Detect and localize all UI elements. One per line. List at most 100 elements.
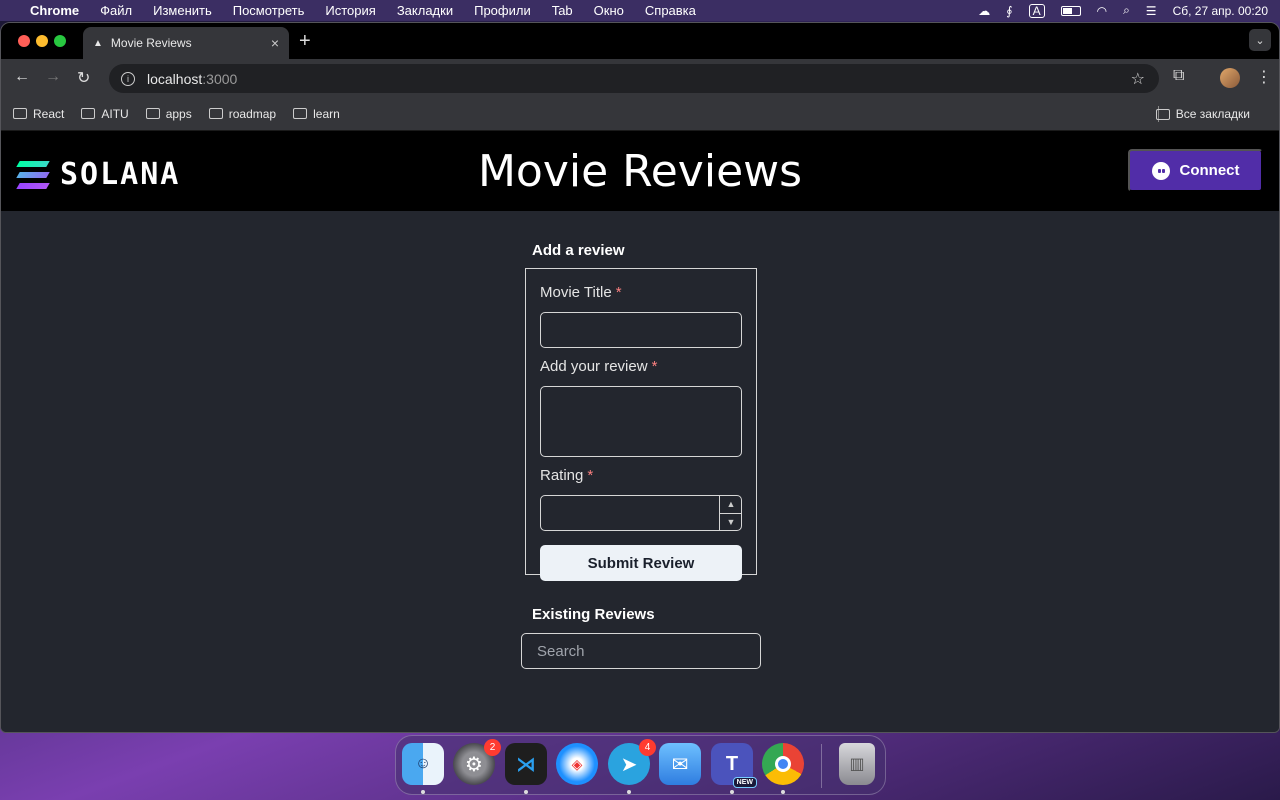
running-indicator [781, 790, 785, 794]
menu-tab[interactable]: Tab [552, 3, 573, 18]
back-icon[interactable]: ← [14, 68, 30, 86]
menu-window[interactable]: Окно [594, 3, 624, 18]
menu-edit[interactable]: Изменить [153, 3, 212, 18]
required-mark: * [651, 358, 658, 375]
folder-icon [208, 108, 223, 119]
bookmark-label: AITU [101, 106, 129, 121]
menu-profiles[interactable]: Профили [474, 3, 531, 18]
existing-reviews-heading: Existing Reviews [532, 606, 655, 623]
bookmark-apps[interactable]: apps [145, 106, 192, 121]
browser-window: ▲ Movie Reviews × + ⌄ ← → ↻ i localhost:… [0, 22, 1280, 733]
bookmark-label: apps [165, 106, 192, 121]
increment-arrow-icon[interactable]: ▲ [720, 495, 742, 513]
required-mark: * [615, 284, 622, 301]
tab-search-chevron-icon[interactable]: ⌄ [1249, 29, 1271, 51]
teams-icon[interactable]: T NEW [711, 743, 757, 788]
script-icon[interactable]: ∮ [1006, 4, 1012, 18]
bookmark-label: React [33, 106, 65, 121]
wallet-icon [1151, 161, 1170, 180]
site-info-icon[interactable]: i [121, 71, 135, 86]
control-center-icon[interactable]: ☰ [1146, 4, 1157, 18]
new-badge: NEW [732, 777, 757, 788]
bookmark-roadmap[interactable]: roadmap [208, 106, 277, 121]
settings-icon[interactable]: ⚙ 2 [453, 739, 501, 785]
menu-chrome[interactable]: Chrome [30, 3, 79, 18]
running-indicator [627, 790, 631, 794]
bookmark-label: roadmap [228, 106, 277, 121]
chrome-icon[interactable] [762, 743, 804, 785]
address-bar[interactable]: i localhost:3000 ☆ [109, 64, 1159, 93]
keyboard-layout-icon[interactable]: A [1028, 3, 1045, 18]
spotlight-search-icon[interactable]: ⌕ [1123, 3, 1130, 18]
rating-input[interactable] [540, 495, 742, 531]
dock: ☺ ⚙ 2 ⋊ ◈ ➤ 4 ✉ T NEW ▥ [395, 735, 886, 795]
trash-icon[interactable]: ▥ [839, 743, 875, 785]
review-label: Add your review * [540, 358, 658, 375]
menu-bar: Chrome Файл Изменить Посмотреть История … [0, 0, 1280, 21]
menu-help[interactable]: Справка [645, 3, 696, 18]
decrement-arrow-icon[interactable]: ▼ [720, 512, 742, 532]
menubar-datetime[interactable]: Сб, 27 апр. 00:20 [1173, 4, 1268, 18]
profile-avatar[interactable] [1220, 68, 1240, 88]
tab-strip: ▲ Movie Reviews × + ⌄ [1, 23, 1279, 59]
review-textarea[interactable] [540, 386, 742, 457]
reload-icon[interactable]: ↻ [77, 68, 90, 88]
submit-review-button[interactable]: Submit Review [540, 545, 742, 581]
vscode-icon[interactable]: ⋊ [505, 743, 547, 785]
wifi-icon[interactable]: ◠ [1097, 4, 1107, 18]
web-page: SOLANA Movie Reviews Connect Add a revie… [1, 131, 1279, 732]
connect-wallet-button[interactable]: Connect [1128, 149, 1263, 192]
running-indicator [421, 790, 425, 794]
all-bookmarks-label: Все закладки [1175, 107, 1250, 121]
window-controls [18, 35, 66, 47]
rating-field: ▲ ▼ [540, 495, 742, 531]
folder-icon [81, 108, 96, 119]
folder-icon [13, 108, 27, 119]
chrome-menu-icon[interactable]: ⋮ [1256, 67, 1272, 87]
mail-icon[interactable]: ✉ [659, 743, 701, 785]
battery-icon[interactable] [1060, 5, 1081, 16]
connect-label: Connect [1179, 162, 1240, 179]
folder-icon [293, 108, 308, 119]
bookmark-aitu[interactable]: AITU [81, 106, 129, 121]
add-review-form: Movie Title * Add your review * Rating * ▲ … [525, 268, 757, 581]
dock-divider [821, 744, 822, 788]
extensions-icon[interactable]: ⧉ [1173, 67, 1184, 85]
bookmark-label: learn [313, 106, 340, 121]
menu-bookmarks[interactable]: Закладки [397, 3, 453, 18]
movie-title-label: Movie Title * [540, 284, 622, 301]
menu-view[interactable]: Посмотреть [233, 3, 305, 18]
add-review-heading: Add a review [532, 242, 625, 259]
notification-badge: 2 [484, 739, 501, 756]
tab-title: Movie Reviews [110, 36, 192, 50]
cloud-sync-icon[interactable]: ☁ [978, 4, 990, 18]
close-window-button[interactable] [18, 35, 30, 47]
menu-file[interactable]: Файл [100, 3, 132, 18]
search-input[interactable] [521, 633, 761, 669]
bookmark-learn[interactable]: learn [293, 107, 340, 121]
menu-history[interactable]: История [325, 3, 375, 18]
finder-icon[interactable]: ☺ [402, 743, 444, 785]
folder-icon [145, 108, 160, 119]
folder-icon [1155, 108, 1170, 120]
running-indicator [524, 790, 528, 794]
telegram-icon[interactable]: ➤ 4 [608, 739, 656, 785]
safari-icon[interactable]: ◈ [556, 743, 598, 785]
bookmark-star-icon[interactable]: ☆ [1131, 69, 1145, 89]
rating-stepper: ▲ ▼ [719, 495, 742, 531]
all-bookmarks[interactable]: Все закладки [1155, 97, 1250, 131]
bookmark-react[interactable]: React [13, 107, 64, 121]
close-tab-icon[interactable]: × [271, 35, 279, 51]
url-host: localhost [147, 70, 203, 87]
minimize-window-button[interactable] [36, 35, 48, 47]
bookmarks-bar: React AITU apps roadmap learn Все заклад… [1, 97, 1279, 131]
browser-toolbar: ← → ↻ i localhost:3000 ☆ ⧉ ⋮ [1, 59, 1279, 97]
status-area: ☁ ∮ A ◠ ⌕ ☰ Сб, 27 апр. 00:20 [978, 0, 1268, 21]
zoom-window-button[interactable] [54, 35, 66, 47]
page-title: Movie Reviews [477, 146, 803, 197]
forward-icon[interactable]: → [45, 68, 61, 86]
tab-movie-reviews[interactable]: ▲ Movie Reviews × [83, 27, 289, 59]
new-tab-icon[interactable]: + [299, 30, 311, 53]
movie-title-input[interactable] [540, 312, 742, 348]
running-indicator [730, 790, 734, 794]
